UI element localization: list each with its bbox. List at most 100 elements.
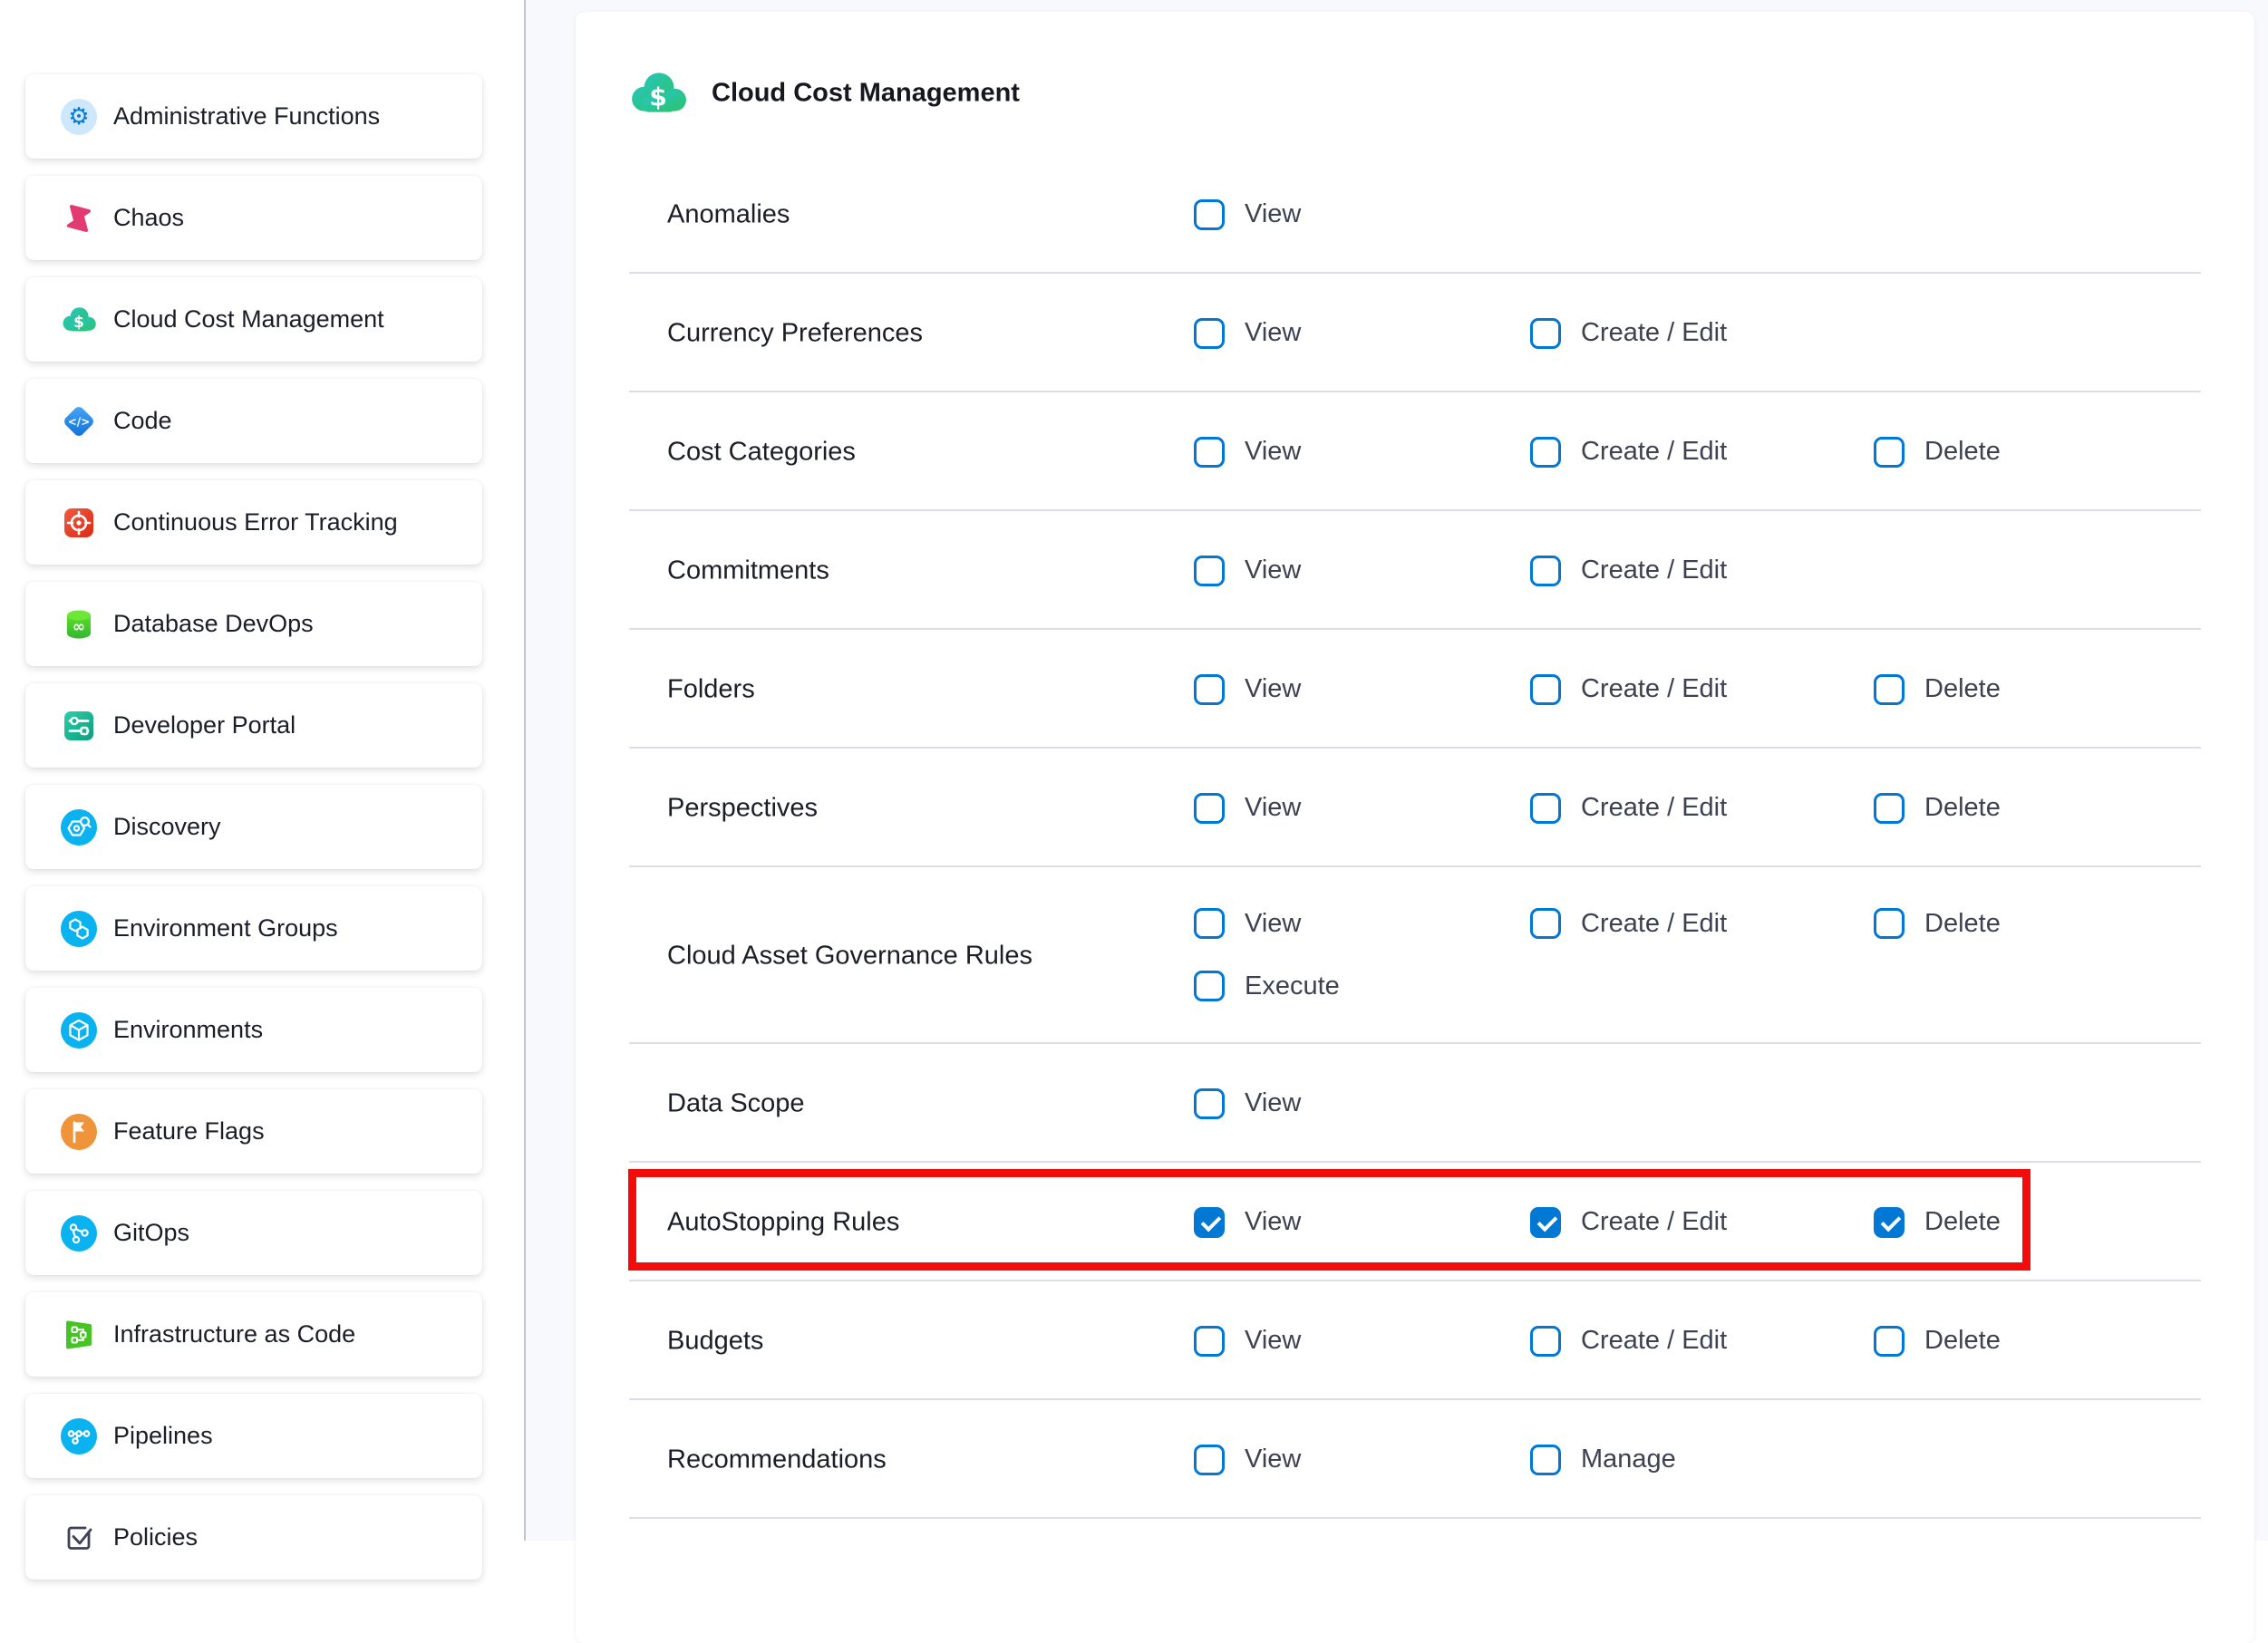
permission-row-currency-preferences: Currency Preferences View Create / Edit xyxy=(576,274,2254,392)
perspectives-delete-option: Delete xyxy=(1874,793,2001,824)
permission-option-label: View xyxy=(1245,318,1301,348)
currency-preferences-create-edit-checkbox[interactable] xyxy=(1530,318,1561,349)
folders-create-edit-checkbox[interactable] xyxy=(1530,674,1561,705)
recommendations-view-option: View xyxy=(1194,1445,1301,1475)
recommendations-manage-checkbox[interactable] xyxy=(1530,1445,1561,1475)
commitments-view-checkbox[interactable] xyxy=(1194,556,1225,586)
permission-row-folders: Folders View Create / Edit Delete xyxy=(576,630,2254,749)
sidebar-item-environment-groups[interactable]: Environment Groups xyxy=(25,886,482,971)
perspectives-view-checkbox[interactable] xyxy=(1194,793,1225,824)
svg-text:$: $ xyxy=(649,82,666,111)
modules-list: ⚙ Administrative Functions Chaos $ Cloud… xyxy=(25,74,482,1597)
autostopping-rules-delete-checkbox[interactable] xyxy=(1874,1207,1905,1238)
sidebar-item-chaos[interactable]: Chaos xyxy=(25,176,482,260)
sidebar-item-pipelines[interactable]: Pipelines xyxy=(25,1394,482,1478)
autostopping-rules-view-option: View xyxy=(1194,1207,1301,1238)
permission-option-label: Manage xyxy=(1581,1445,1676,1474)
database-infinity-icon: ∞ xyxy=(61,606,97,643)
cloud-asset-governance-rules-view-checkbox[interactable] xyxy=(1194,908,1225,939)
sidebar-item-label: Chaos xyxy=(113,204,184,232)
cloud-dollar-icon: $ xyxy=(61,302,97,338)
folders-delete-option: Delete xyxy=(1874,674,2001,705)
sidebar-item-feature-flags[interactable]: Feature Flags xyxy=(25,1089,482,1174)
permission-option-label: Delete xyxy=(1924,909,2001,939)
svg-text:∞: ∞ xyxy=(73,618,85,636)
permission-option-label: Create / Edit xyxy=(1581,1326,1727,1356)
perspectives-create-edit-checkbox[interactable] xyxy=(1530,793,1561,824)
sidebar-item-label: Code xyxy=(113,407,172,435)
permission-option-label: View xyxy=(1245,437,1301,467)
anomalies-view-checkbox[interactable] xyxy=(1194,199,1225,230)
permission-option-label: View xyxy=(1245,793,1301,823)
code-icon: </> xyxy=(61,403,97,440)
sidebar-item-cloud-cost-management[interactable]: $ Cloud Cost Management xyxy=(25,277,482,362)
panel-title: Cloud Cost Management xyxy=(712,79,1020,109)
sidebar-item-policies[interactable]: Policies xyxy=(25,1495,482,1580)
cost-categories-create-edit-checkbox[interactable] xyxy=(1530,437,1561,468)
currency-preferences-create-edit-option: Create / Edit xyxy=(1530,318,1727,349)
cloud-asset-governance-rules-delete-checkbox[interactable] xyxy=(1874,908,1905,939)
perspectives-delete-checkbox[interactable] xyxy=(1874,793,1905,824)
git-network-icon xyxy=(61,1215,97,1252)
permission-row-label: Anomalies xyxy=(667,199,790,229)
circuit-banner-icon xyxy=(61,1317,97,1353)
permission-row-label: AutoStopping Rules xyxy=(667,1207,899,1237)
permission-option-label: Create / Edit xyxy=(1581,1207,1727,1237)
permissions-rows: Anomalies View Currency Preferences View… xyxy=(576,155,2254,1519)
sidebar-divider xyxy=(524,0,526,1541)
cloud-asset-governance-rules-view-option: View xyxy=(1194,908,1301,939)
sidebar-item-label: Developer Portal xyxy=(113,711,296,739)
recommendations-view-checkbox[interactable] xyxy=(1194,1445,1225,1475)
sidebar-item-infrastructure-as-code[interactable]: Infrastructure as Code xyxy=(25,1292,482,1377)
sidebar-item-administrative-functions[interactable]: ⚙ Administrative Functions xyxy=(25,74,482,159)
cost-categories-view-checkbox[interactable] xyxy=(1194,437,1225,468)
permission-option-label: Create / Edit xyxy=(1581,437,1727,467)
sidebar-item-gitops[interactable]: GitOps xyxy=(25,1191,482,1275)
cloud-asset-governance-rules-create-edit-checkbox[interactable] xyxy=(1530,908,1561,939)
cloud-asset-governance-rules-delete-option: Delete xyxy=(1874,908,2001,939)
budgets-create-edit-option: Create / Edit xyxy=(1530,1326,1727,1357)
sidebar-item-continuous-error-tracking[interactable]: Continuous Error Tracking xyxy=(25,480,482,565)
permission-option-label: View xyxy=(1245,1207,1301,1237)
permission-row-cost-categories: Cost Categories View Create / Edit Delet… xyxy=(576,392,2254,511)
folders-delete-checkbox[interactable] xyxy=(1874,674,1905,705)
sidebar-item-label: Cloud Cost Management xyxy=(113,305,384,333)
permission-row-label: Folders xyxy=(667,674,755,704)
permission-row-label: Recommendations xyxy=(667,1445,887,1474)
folders-view-checkbox[interactable] xyxy=(1194,674,1225,705)
permission-option-label: Create / Edit xyxy=(1581,909,1727,939)
data-scope-view-checkbox[interactable] xyxy=(1194,1088,1225,1119)
hexagon-magnifier-icon xyxy=(61,809,97,846)
svg-text:$: $ xyxy=(73,313,84,331)
autostopping-rules-create-edit-checkbox[interactable] xyxy=(1530,1207,1561,1238)
flag-icon xyxy=(61,1114,97,1150)
sidebar-item-code[interactable]: </> Code xyxy=(25,379,482,463)
permission-option-label: Delete xyxy=(1924,1326,2001,1356)
folders-create-edit-option: Create / Edit xyxy=(1530,674,1727,705)
sidebar-item-environments[interactable]: Environments xyxy=(25,988,482,1072)
autostopping-rules-view-checkbox[interactable] xyxy=(1194,1207,1225,1238)
sidebar-item-discovery[interactable]: Discovery xyxy=(25,785,482,869)
commitments-view-option: View xyxy=(1194,556,1301,586)
perspectives-create-edit-option: Create / Edit xyxy=(1530,793,1727,824)
commitments-create-edit-checkbox[interactable] xyxy=(1530,556,1561,586)
hexagon-group-icon xyxy=(61,911,97,947)
sidebar-item-developer-portal[interactable]: Developer Portal xyxy=(25,683,482,768)
permission-row-label: Commitments xyxy=(667,556,829,585)
cloud-asset-governance-rules-execute-checkbox[interactable] xyxy=(1194,971,1225,1001)
budgets-create-edit-checkbox[interactable] xyxy=(1530,1326,1561,1357)
permission-option-label: View xyxy=(1245,1088,1301,1118)
permission-option-label: View xyxy=(1245,556,1301,585)
permission-row-commitments: Commitments View Create / Edit xyxy=(576,511,2254,630)
permission-option-label: Create / Edit xyxy=(1581,793,1727,823)
sidebar-item-database-devops[interactable]: ∞ Database DevOps xyxy=(25,582,482,666)
currency-preferences-view-checkbox[interactable] xyxy=(1194,318,1225,349)
budgets-delete-checkbox[interactable] xyxy=(1874,1326,1905,1357)
permission-row-label: Currency Preferences xyxy=(667,318,923,348)
sidebar-item-label: GitOps xyxy=(113,1219,189,1247)
permission-option-label: Delete xyxy=(1924,1207,2001,1237)
permission-row-budgets: Budgets View Create / Edit Delete xyxy=(576,1281,2254,1400)
permission-option-label: View xyxy=(1245,1326,1301,1356)
cost-categories-delete-checkbox[interactable] xyxy=(1874,437,1905,468)
budgets-view-checkbox[interactable] xyxy=(1194,1326,1225,1357)
